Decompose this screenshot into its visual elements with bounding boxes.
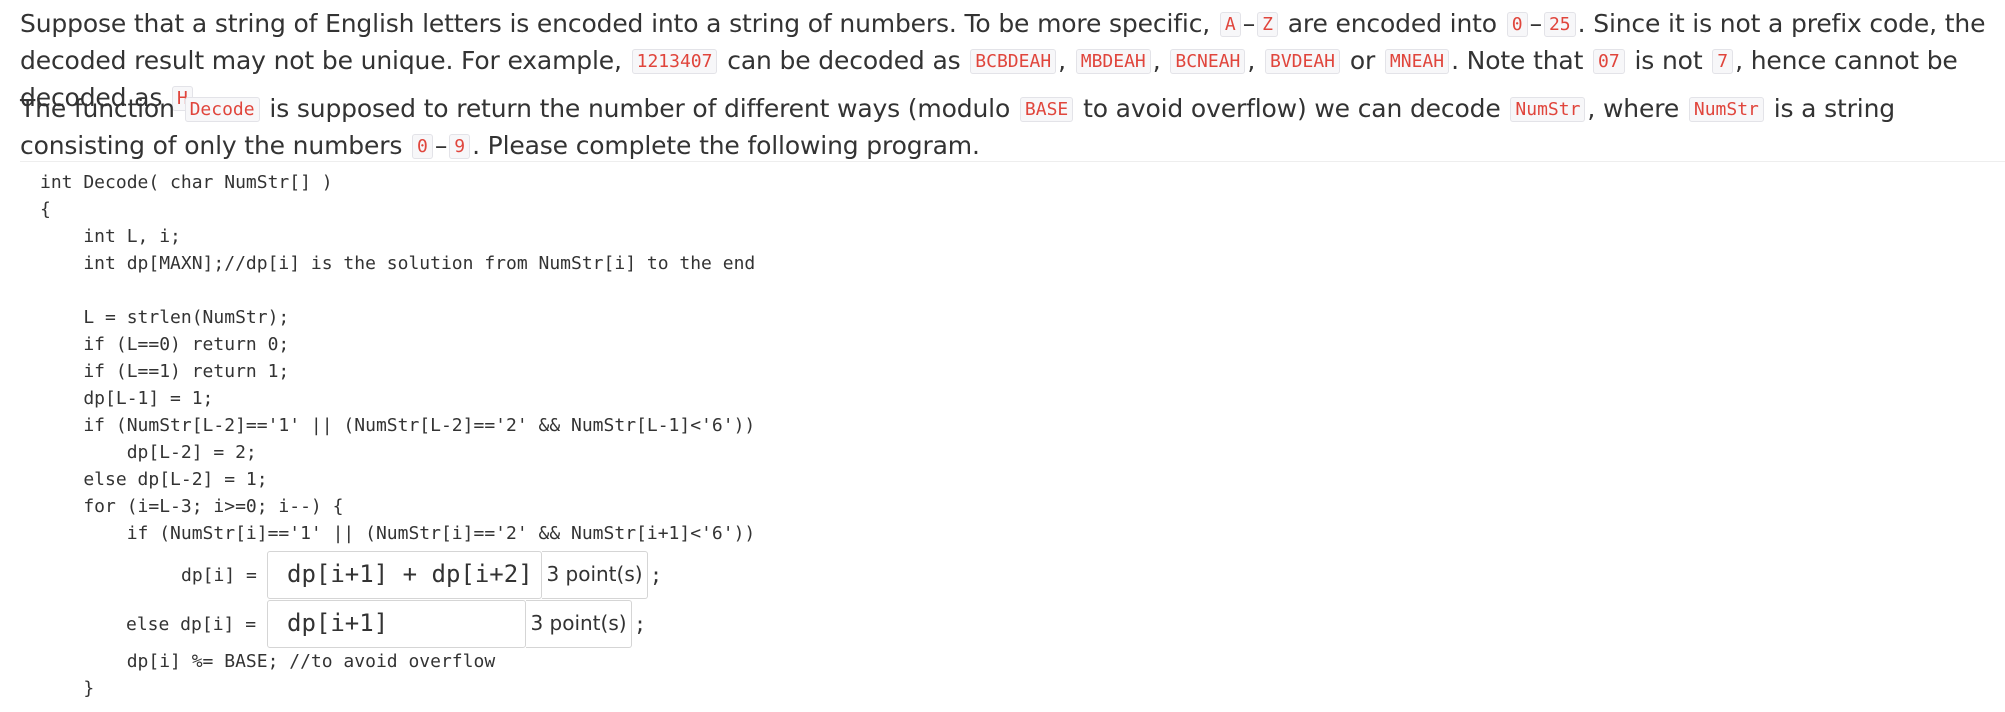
answer-blank-1[interactable]: dp[i+1] + dp[i+2] [267, 551, 542, 599]
inline-code: Decode [184, 97, 260, 122]
code-line: else dp[L-2] = 1; [40, 469, 268, 490]
inline-code: BVDEAH [1265, 49, 1341, 74]
blank2-prefix: else dp[i] = [126, 614, 257, 635]
prose-text: , [1152, 46, 1161, 75]
section-divider [20, 161, 2005, 162]
inline-code: NumStr [1688, 97, 1764, 122]
blank2-semicolon: ; [634, 612, 647, 636]
inline-code: 9 [449, 134, 471, 159]
code-line: if (NumStr[L-2]=='1' || (NumStr[L-2]=='2… [40, 415, 756, 436]
prose-text: – [434, 131, 448, 160]
inline-code: MNEAH [1384, 49, 1450, 74]
blank1-prefix: dp[i] = [181, 565, 257, 586]
prose-text: The function [20, 94, 175, 123]
code-line: dp[i] %= BASE; //to avoid overflow [40, 651, 496, 672]
blank1-semicolon: ; [650, 563, 663, 587]
code-line: if (NumStr[i]=='1' || (NumStr[i]=='2' &&… [40, 523, 756, 544]
prose-text: , [1058, 46, 1066, 75]
prose-text: . Note that [1451, 46, 1584, 75]
code-line: if (L==0) return 0; [40, 334, 290, 355]
prose-text: to avoid overflow) we can decode [1083, 94, 1501, 123]
code-line: dp[L-1] = 1; [40, 388, 214, 409]
inline-code: 25 [1543, 12, 1576, 37]
prose-text: are encoded into [1287, 9, 1497, 38]
code-line: int dp[MAXN];//dp[i] is the solution fro… [40, 253, 756, 274]
prose-text: or [1349, 46, 1376, 75]
function-description: The function Decode is supposed to retur… [20, 91, 1997, 165]
inline-code: A [1219, 12, 1241, 37]
inline-code: 0 [412, 134, 433, 159]
prose-text: can be decoded as [727, 46, 961, 75]
prose-text: – [1242, 9, 1256, 38]
prose-text: – [1529, 9, 1543, 38]
code-line: { [40, 199, 51, 220]
blank1-points-badge: 3 point(s) [542, 551, 648, 599]
code-line: if (L==1) return 1; [40, 361, 290, 382]
prose-text: , [1247, 46, 1256, 75]
prose-text: , where [1587, 94, 1680, 123]
prose-text: is supposed to return the number of diff… [269, 94, 1011, 123]
code-line: for (i=L-3; i>=0; i--) { [40, 496, 344, 517]
inline-code: 1213407 [631, 49, 718, 74]
inline-code: BCNEAH [1170, 49, 1246, 74]
code-line: } [40, 678, 95, 699]
code-line: int L, i; [40, 226, 181, 247]
inline-code: 07 [1593, 49, 1625, 74]
inline-code: BASE [1019, 97, 1074, 122]
prose-text: Suppose that a string of English letters… [20, 9, 1211, 38]
prose-text: is not [1634, 46, 1703, 75]
inline-code: MBDEAH [1075, 49, 1151, 74]
prose-text: . Please complete the following program. [472, 131, 980, 160]
inline-code: NumStr [1510, 97, 1586, 122]
inline-code: 7 [1712, 49, 1734, 74]
answer-blank-2[interactable]: dp[i+1] [267, 600, 526, 648]
code-line: int Decode( char NumStr[] ) [40, 172, 333, 193]
inline-code: Z [1257, 12, 1278, 37]
code-line: L = strlen(NumStr); [40, 307, 290, 328]
blank2-points-badge: 3 point(s) [526, 600, 632, 648]
inline-code: BCBDEAH [970, 49, 1057, 74]
code-line: dp[L-2] = 2; [40, 442, 257, 463]
inline-code: 0 [1506, 12, 1528, 37]
